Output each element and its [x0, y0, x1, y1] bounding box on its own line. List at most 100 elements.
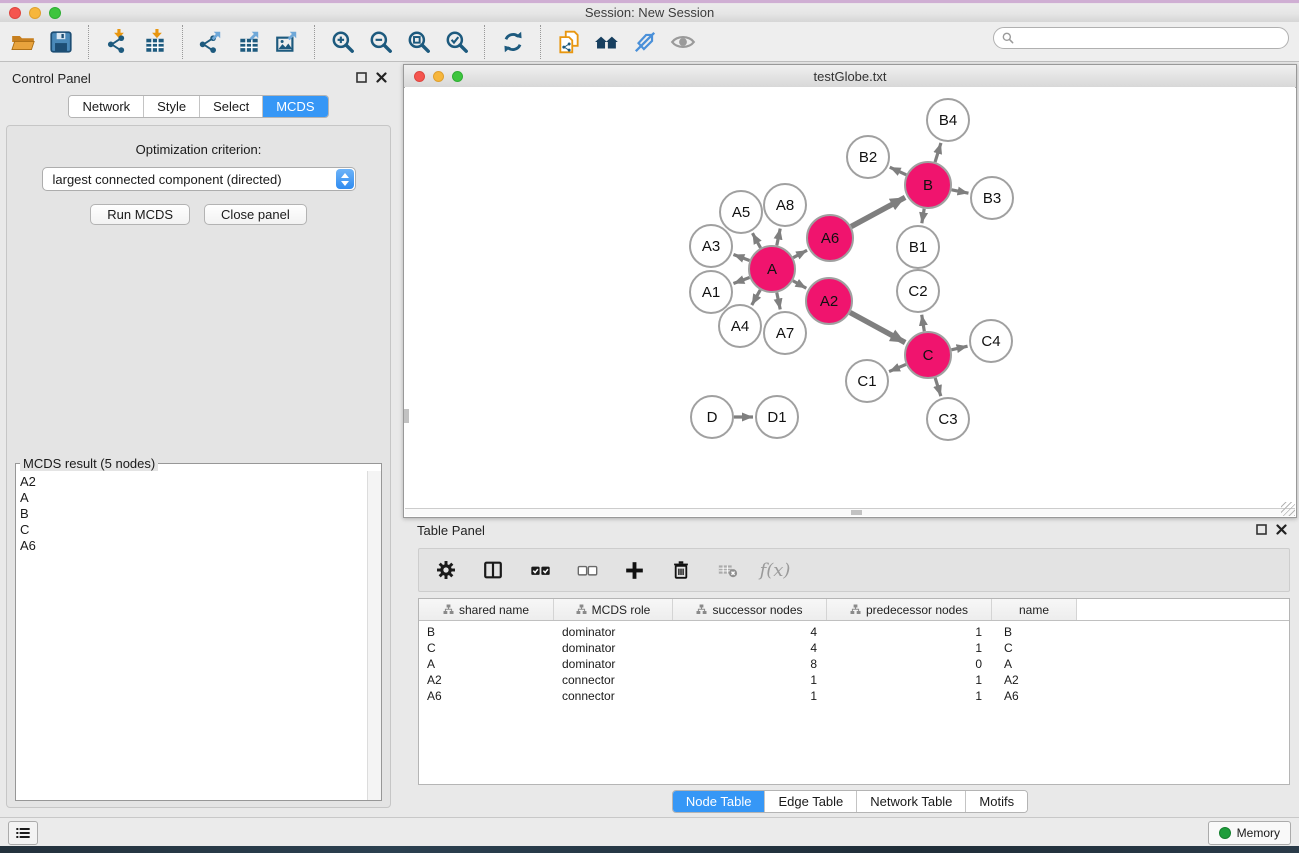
export-table-icon[interactable]: [230, 26, 268, 58]
edge-A-A8: [777, 229, 780, 246]
save-session-icon[interactable]: [42, 26, 80, 58]
zoom-in-icon[interactable]: [324, 26, 362, 58]
window-resize-grip[interactable]: [1281, 502, 1295, 516]
table-row[interactable]: A2connector11A2: [419, 672, 1289, 688]
toolbar-separator: [314, 25, 316, 59]
cell-successor-nodes: 1: [673, 673, 827, 687]
run-mcds-button[interactable]: Run MCDS: [90, 204, 190, 225]
column-header-name[interactable]: name: [992, 599, 1077, 620]
tab-node-table[interactable]: Node Table: [673, 791, 766, 812]
export-image-icon[interactable]: [268, 26, 306, 58]
cell-MCDS-role: connector: [554, 689, 673, 703]
tab-style[interactable]: Style: [144, 96, 200, 117]
first-neighbors-icon[interactable]: [588, 26, 626, 58]
network-window-titlebar[interactable]: testGlobe.txt: [404, 65, 1296, 88]
table-row[interactable]: Adominator80A: [419, 656, 1289, 672]
memory-button[interactable]: Memory: [1208, 821, 1291, 845]
zoom-fit-icon[interactable]: [400, 26, 438, 58]
column-header-successor-nodes[interactable]: successor nodes: [673, 599, 827, 620]
tab-mcds[interactable]: MCDS: [263, 96, 327, 117]
network-horizontal-scrollbar[interactable]: [405, 508, 1295, 516]
graph-node-label-C2: C2: [908, 283, 927, 300]
delete-column-icon[interactable]: [666, 556, 696, 584]
column-header-predecessor-nodes[interactable]: predecessor nodes: [827, 599, 992, 620]
table-toolbar: f(x): [418, 548, 1290, 592]
settings-gear-icon[interactable]: [431, 556, 461, 584]
memory-label: Memory: [1237, 826, 1280, 840]
column-header-MCDS-role[interactable]: MCDS role: [554, 599, 673, 620]
float-table-panel-icon[interactable]: [1256, 524, 1267, 535]
network-canvas[interactable]: AA1A2A3A4A5A6A7A8BB1B2B3B4CC1C2C3C4DD1: [405, 87, 1295, 509]
title-bar[interactable]: Session: New Session: [0, 0, 1299, 23]
tab-network-table[interactable]: Network Table: [857, 791, 966, 812]
close-panel-button[interactable]: Close panel: [204, 204, 307, 225]
graph-node-label-D1: D1: [767, 409, 786, 426]
result-list-scrollbar[interactable]: [367, 471, 381, 800]
edge-C-C1: [889, 364, 906, 371]
close-table-panel-icon[interactable]: [1276, 524, 1287, 535]
network-vertical-scrollbar[interactable]: [404, 409, 409, 423]
zoom-out-icon[interactable]: [362, 26, 400, 58]
table-row[interactable]: A6connector11A6: [419, 688, 1289, 704]
graph-node-label-C4: C4: [981, 333, 1000, 350]
mcds-result-item[interactable]: B: [20, 506, 367, 522]
mcds-result-list: A2ABCA6: [16, 471, 367, 800]
mcds-panel: Optimization criterion: largest connecte…: [6, 125, 391, 808]
column-header-shared-name[interactable]: shared name: [419, 599, 554, 620]
column-type-icon: [443, 604, 454, 615]
open-session-icon[interactable]: [4, 26, 42, 58]
edge-A2-C: [850, 312, 905, 342]
edge-C-C2: [922, 315, 925, 332]
table-row[interactable]: Cdominator41C: [419, 640, 1289, 656]
cell-shared-name: B: [419, 625, 554, 639]
criterion-dropdown[interactable]: largest connected component (directed): [42, 167, 356, 191]
close-panel-icon[interactable]: [376, 72, 387, 83]
function-builder-button: f(x): [760, 556, 790, 584]
graph-node-label-C1: C1: [857, 373, 876, 390]
edge-A-A3: [733, 254, 749, 260]
select-all-icon[interactable]: [525, 556, 555, 584]
task-history-button[interactable]: [8, 821, 38, 845]
float-panel-icon[interactable]: [356, 72, 367, 83]
graph-node-label-C: C: [923, 347, 934, 364]
tab-network[interactable]: Network: [69, 96, 144, 117]
cell-predecessor-nodes: 0: [827, 657, 992, 671]
table-row[interactable]: Bdominator41B: [419, 624, 1289, 640]
export-network-icon[interactable]: [192, 26, 230, 58]
edge-A-A2: [793, 281, 806, 289]
cell-MCDS-role: dominator: [554, 641, 673, 655]
network-view-window: testGlobe.txt AA1A2A3A4A5A6A7A8BB1B2B3B4…: [403, 64, 1297, 518]
search-input[interactable]: [1015, 29, 1288, 47]
cell-successor-nodes: 1: [673, 689, 827, 703]
deselect-all-icon[interactable]: [572, 556, 602, 584]
hide-labels-icon[interactable]: [626, 26, 664, 58]
clone-network-icon[interactable]: [550, 26, 588, 58]
mcds-result-item[interactable]: C: [20, 522, 367, 538]
zoom-selected-icon[interactable]: [438, 26, 476, 58]
cell-shared-name: C: [419, 641, 554, 655]
tab-select[interactable]: Select: [200, 96, 263, 117]
network-hscroll-thumb[interactable]: [851, 510, 862, 515]
optimization-criterion-label: Optimization criterion:: [7, 142, 390, 157]
toolbar-separator: [540, 25, 542, 59]
cell-predecessor-nodes: 1: [827, 673, 992, 687]
show-graphics-details-icon[interactable]: [664, 26, 702, 58]
graph-node-label-A4: A4: [731, 318, 749, 335]
refresh-layout-icon[interactable]: [494, 26, 532, 58]
delete-table-icon: [713, 556, 743, 584]
import-network-icon[interactable]: [98, 26, 136, 58]
graph-node-label-A6: A6: [821, 230, 839, 247]
column-type-icon: [576, 604, 587, 615]
add-column-icon[interactable]: [619, 556, 649, 584]
search-field[interactable]: [993, 27, 1289, 49]
mcds-result-item[interactable]: A: [20, 490, 367, 506]
import-table-icon[interactable]: [136, 26, 174, 58]
cell-name: A2: [992, 673, 1077, 687]
mcds-result-item[interactable]: A2: [20, 474, 367, 490]
mcds-result-item[interactable]: A6: [20, 538, 367, 554]
tab-edge-table[interactable]: Edge Table: [765, 791, 857, 812]
column-visibility-icon[interactable]: [478, 556, 508, 584]
graph-node-label-C3: C3: [938, 411, 957, 428]
graph-node-label-B: B: [923, 177, 933, 194]
tab-motifs[interactable]: Motifs: [966, 791, 1027, 812]
